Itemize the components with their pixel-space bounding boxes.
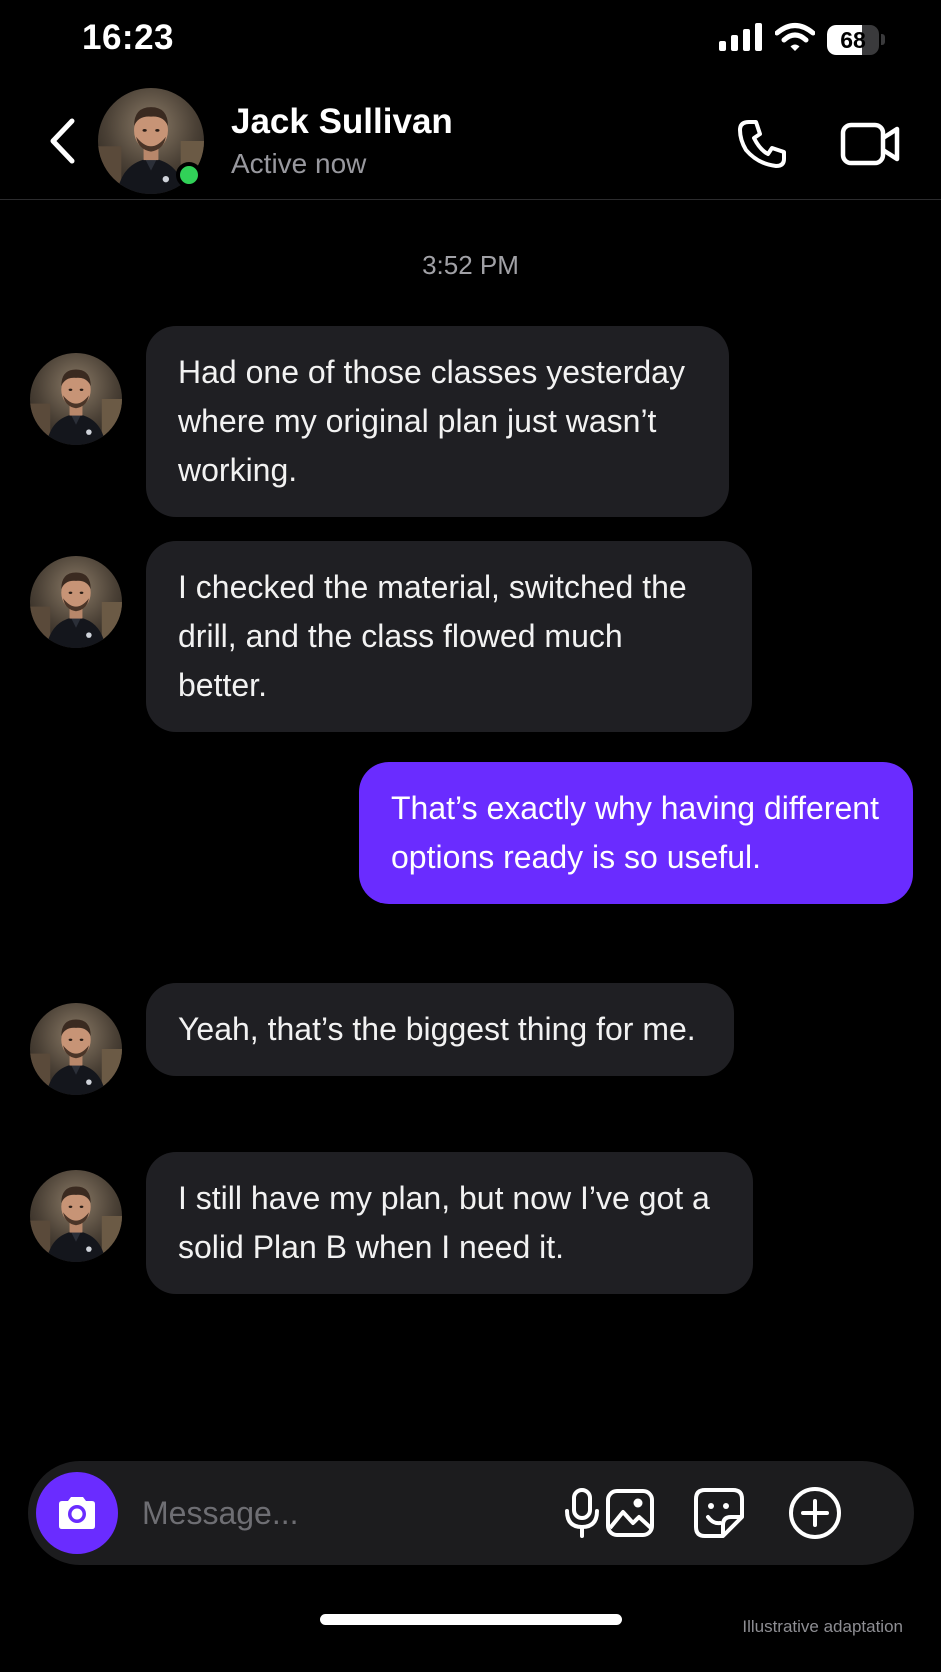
contact-status: Active now xyxy=(231,148,367,179)
message-text: That’s exactly why having different opti… xyxy=(391,790,879,875)
incoming-message-bubble[interactable]: I checked the material, switched the dri… xyxy=(146,541,752,732)
outgoing-message-bubble[interactable]: That’s exactly why having different opti… xyxy=(359,762,913,904)
microphone-icon xyxy=(565,1488,599,1538)
status-icons: 68 xyxy=(719,22,885,57)
plus-circle-icon xyxy=(789,1487,841,1539)
gallery-button[interactable] xyxy=(602,1485,658,1541)
back-button[interactable] xyxy=(44,116,80,166)
battery-indicator: 68 xyxy=(827,24,885,56)
camera-button[interactable] xyxy=(36,1472,118,1554)
home-indicator[interactable] xyxy=(320,1614,622,1625)
sender-avatar[interactable] xyxy=(30,556,122,648)
status-bar: 16:23 68 xyxy=(0,0,941,80)
sender-avatar[interactable] xyxy=(30,1003,122,1095)
chat-screen: 16:23 68 Jack Sullivan Active now 3:52 P… xyxy=(0,0,941,1672)
watermark-text: Illustrative adaptation xyxy=(742,1617,903,1636)
sticker-icon xyxy=(694,1488,744,1538)
more-options-button[interactable] xyxy=(787,1485,843,1541)
message-text: Had one of those classes yesterday where… xyxy=(178,354,685,488)
message-text: I still have my plan, but now I’ve got a… xyxy=(178,1180,710,1265)
chevron-left-icon xyxy=(50,118,75,164)
sticker-button[interactable] xyxy=(691,1485,747,1541)
image-icon xyxy=(606,1489,654,1537)
camera-icon xyxy=(59,1497,95,1529)
cellular-signal-icon xyxy=(719,23,763,56)
sender-avatar[interactable] xyxy=(30,353,122,445)
contact-name[interactable]: Jack Sullivan xyxy=(231,102,453,142)
incoming-message-bubble[interactable]: Yeah, that’s the biggest thing for me. xyxy=(146,983,734,1076)
incoming-message-bubble[interactable]: Had one of those classes yesterday where… xyxy=(146,326,729,517)
sender-avatar[interactable] xyxy=(30,1170,122,1262)
message-text: Yeah, that’s the biggest thing for me. xyxy=(178,1011,696,1047)
voice-call-button[interactable] xyxy=(732,114,792,174)
message-input[interactable] xyxy=(142,1487,522,1539)
message-text: I checked the material, switched the dri… xyxy=(178,569,687,703)
online-status-dot xyxy=(176,162,202,188)
phone-icon xyxy=(738,120,786,168)
status-time: 16:23 xyxy=(82,18,175,57)
conversation-timestamp: 3:52 PM xyxy=(422,250,519,280)
video-camera-icon xyxy=(840,122,900,166)
message-composer xyxy=(28,1461,914,1565)
wifi-icon xyxy=(774,22,816,57)
incoming-message-bubble[interactable]: I still have my plan, but now I’ve got a… xyxy=(146,1152,753,1294)
video-call-button[interactable] xyxy=(838,114,904,174)
battery-level-text: 68 xyxy=(840,26,866,53)
chat-header: Jack Sullivan Active now xyxy=(0,80,941,200)
